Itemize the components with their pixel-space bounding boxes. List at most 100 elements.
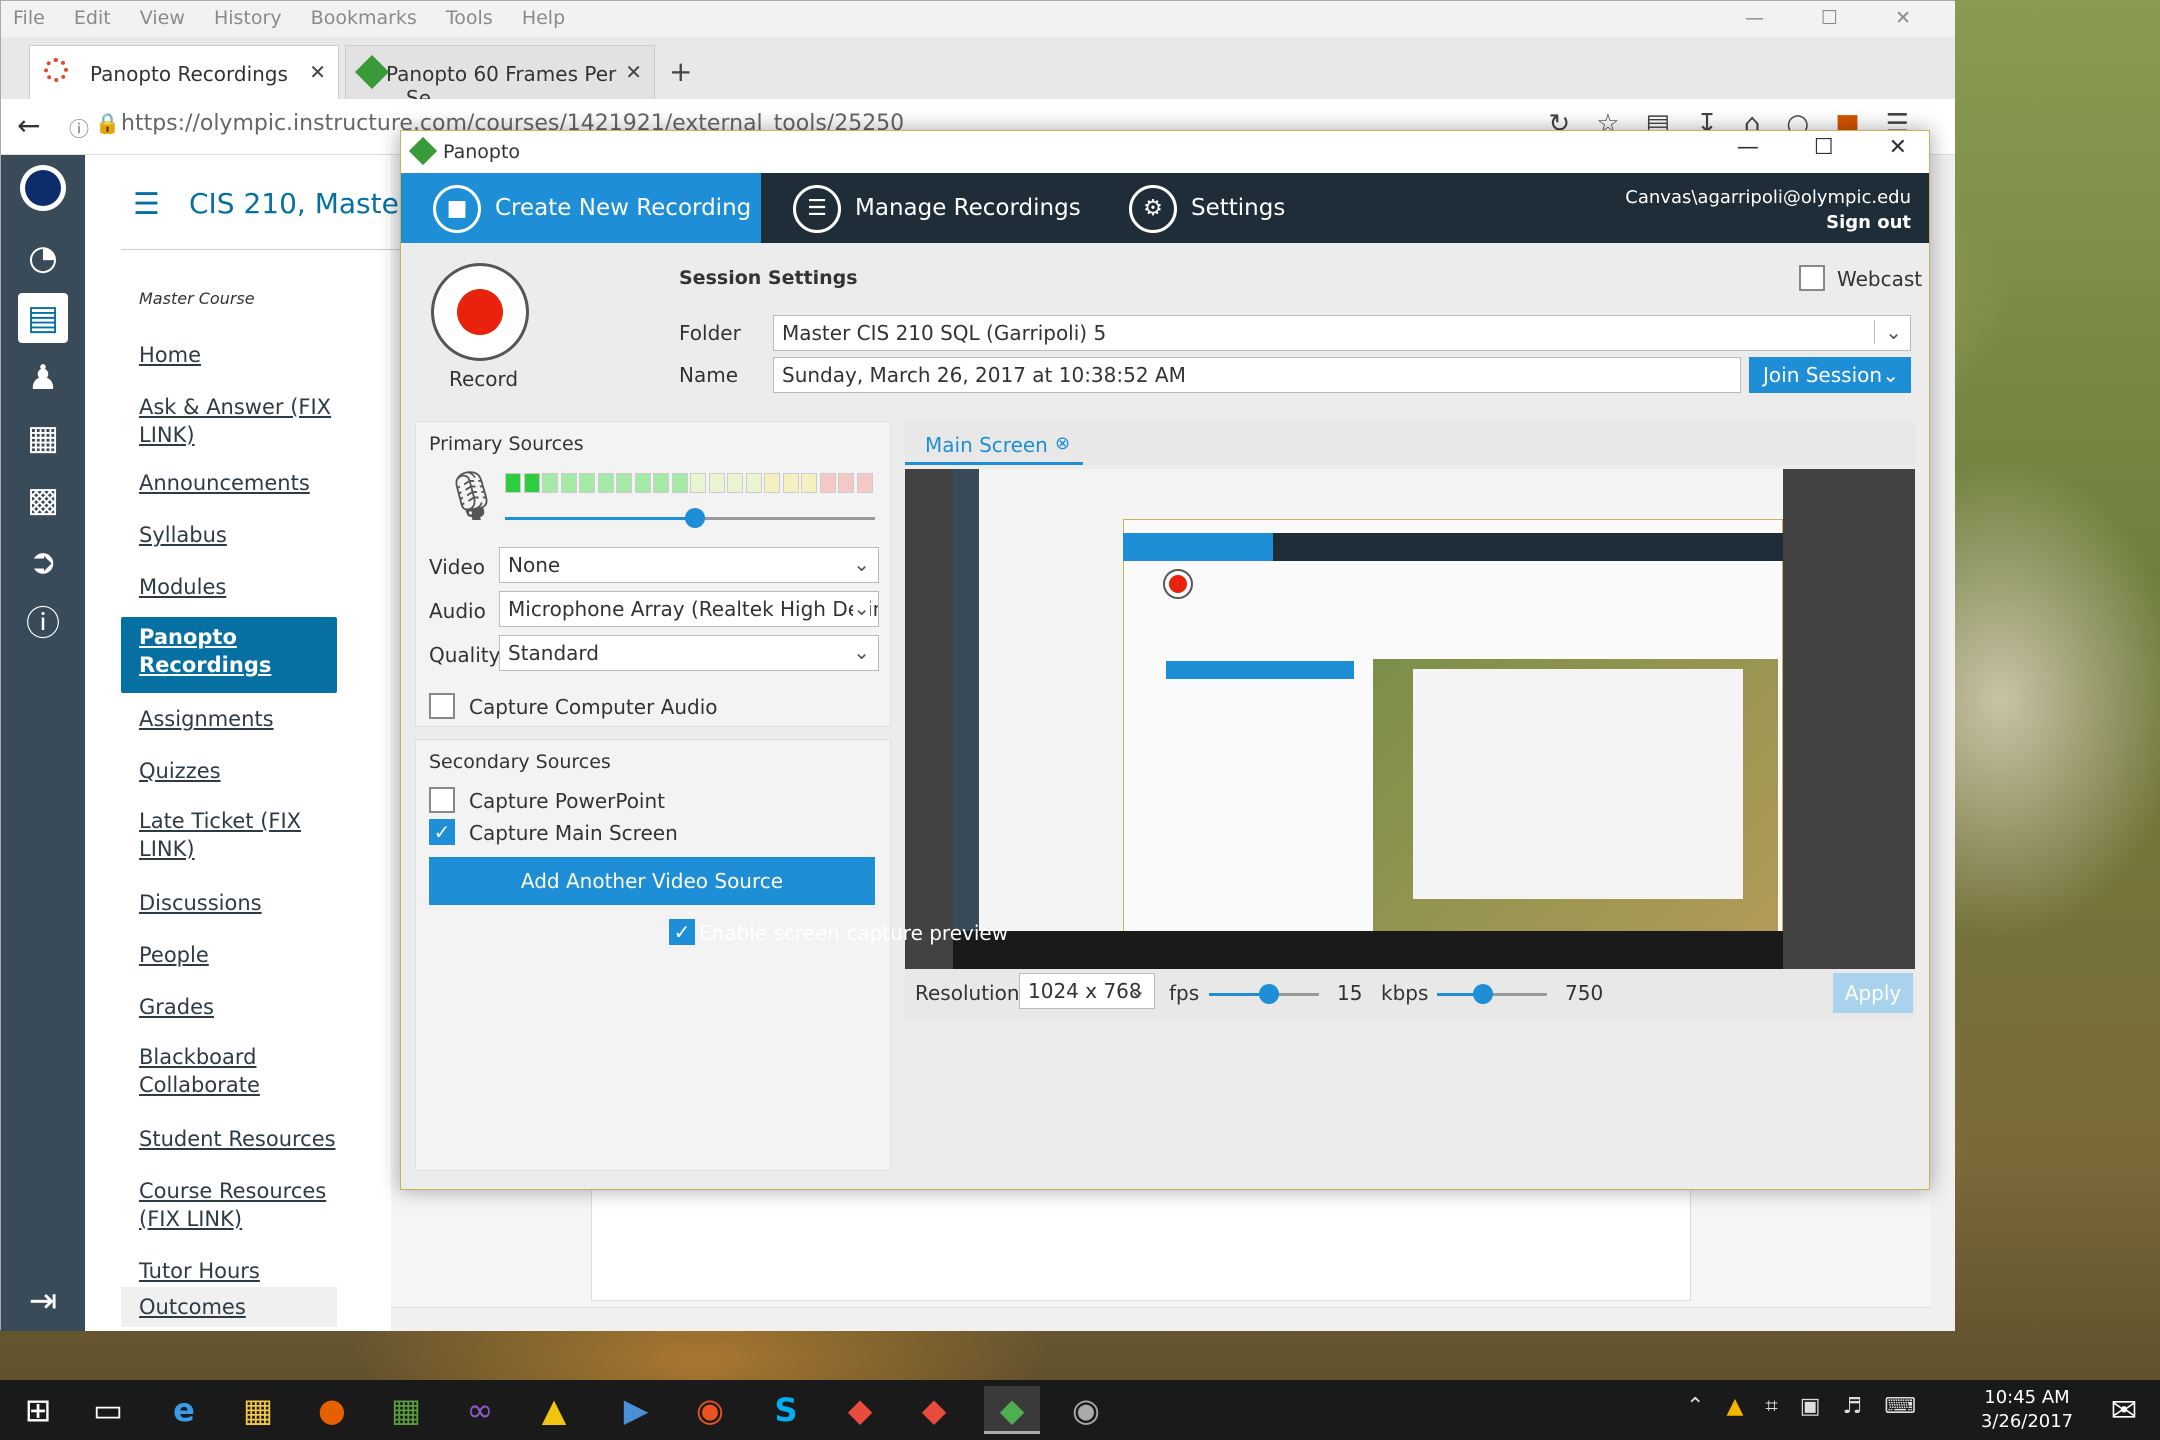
capture-main-screen-checkbox[interactable]: ✓	[429, 819, 455, 845]
tool-icon[interactable]: ◆	[836, 1386, 884, 1434]
maximize-icon[interactable]: ☐	[1814, 135, 1834, 160]
task-view-icon[interactable]: ▭	[84, 1386, 132, 1434]
file-explorer-icon[interactable]: ▦	[234, 1386, 282, 1434]
notifications-icon[interactable]: ✉	[2100, 1386, 2148, 1434]
course-nav-item[interactable]: Discussions	[139, 889, 339, 917]
course-nav-item[interactable]: Late Ticket (FIX LINK)	[139, 807, 339, 863]
edge-icon[interactable]: e	[160, 1386, 208, 1434]
close-tab-icon[interactable]: ✕	[625, 60, 642, 84]
collapse-nav-icon[interactable]: ⇥	[1, 1271, 85, 1331]
capture-computer-audio-checkbox[interactable]	[429, 693, 455, 719]
resolution-select[interactable]: 1024 x 768 ⌄	[1019, 973, 1155, 1009]
capture-powerpoint-checkbox[interactable]	[429, 787, 455, 813]
tab-main-screen[interactable]: Main Screen ⊗	[905, 421, 1083, 465]
tool2-icon[interactable]: ◆	[910, 1386, 958, 1434]
courses-icon[interactable]: ▤	[18, 293, 68, 343]
course-nav-item[interactable]: Blackboard Collaborate	[139, 1043, 339, 1099]
slider-handle[interactable]	[1259, 984, 1279, 1004]
webcast-checkbox[interactable]	[1799, 265, 1825, 291]
groups-icon[interactable]: ♟	[18, 353, 68, 403]
course-nav-item[interactable]: Quizzes	[139, 757, 339, 785]
course-nav-item[interactable]: Syllabus	[139, 521, 339, 549]
panopto-taskbar-icon[interactable]: ◆	[984, 1386, 1040, 1434]
tray-chevron-icon[interactable]: ⌃	[1686, 1394, 1726, 1419]
ubuntu-icon[interactable]: ◉	[686, 1386, 734, 1434]
menu-file[interactable]: File	[13, 7, 45, 29]
course-nav-item[interactable]: Grades	[139, 993, 339, 1021]
calendar-icon[interactable]: ▦	[18, 413, 68, 463]
apply-button[interactable]: Apply	[1833, 973, 1913, 1013]
back-icon[interactable]: ←	[17, 109, 40, 142]
spreadsheet-icon[interactable]: ▦	[382, 1386, 430, 1434]
help-icon[interactable]: ⓘ	[18, 599, 68, 649]
close-icon[interactable]: ✕	[1895, 7, 1911, 29]
course-nav-item[interactable]: Outcomes	[121, 1287, 337, 1327]
video-select[interactable]: None ⌄	[499, 547, 879, 583]
fps-slider[interactable]	[1209, 984, 1319, 1004]
folder-select[interactable]: Master CIS 210 SQL (Garripoli) 5 ⌄	[773, 315, 1911, 351]
slider-handle[interactable]	[685, 508, 705, 528]
course-nav-item[interactable]: Home	[139, 341, 339, 369]
course-nav-item[interactable]: Modules	[139, 573, 339, 601]
add-video-source-button[interactable]: Add Another Video Source	[429, 857, 875, 905]
vertical-scrollbar[interactable]	[1931, 155, 1955, 1331]
session-name-input[interactable]: Sunday, March 26, 2017 at 10:38:52 AM	[773, 357, 1741, 393]
keyboard-icon[interactable]: ⌨	[1884, 1394, 1938, 1419]
join-session-button[interactable]: Join Session ⌄	[1749, 357, 1911, 393]
enable-preview-checkbox[interactable]: ✓	[669, 919, 695, 945]
menu-view[interactable]: View	[140, 7, 185, 29]
battery-icon[interactable]: ▣	[1800, 1394, 1843, 1419]
new-tab-button[interactable]: +	[669, 55, 692, 88]
close-tab-icon[interactable]: ✕	[309, 60, 326, 84]
audio-gain-slider[interactable]	[505, 508, 875, 528]
paint-icon[interactable]: ◉	[1062, 1386, 1110, 1434]
app-icon[interactable]: ▲	[530, 1386, 578, 1434]
course-nav-item[interactable]: Assignments	[139, 705, 339, 733]
course-nav-item[interactable]: Course Resources (FIX LINK)	[139, 1177, 339, 1233]
tab-manage-recordings[interactable]: ☰ Manage Recordings	[793, 173, 1081, 243]
course-nav-item[interactable]: Panopto Recordings	[121, 617, 337, 693]
hamburger-icon[interactable]: ☰	[133, 187, 160, 222]
menu-edit[interactable]: Edit	[74, 7, 111, 29]
slider-handle[interactable]	[1473, 984, 1493, 1004]
visual-studio-icon[interactable]: ∞	[456, 1386, 504, 1434]
menu-help[interactable]: Help	[522, 7, 565, 29]
course-nav-item[interactable]: People	[139, 941, 339, 969]
course-nav-item[interactable]: Announcements	[139, 469, 339, 497]
minimize-icon[interactable]: —	[1737, 135, 1759, 160]
tab-panopto-recordings[interactable]: Panopto Recordings ✕	[29, 45, 339, 99]
kbps-slider[interactable]	[1437, 984, 1547, 1004]
close-icon[interactable]: ✕	[1889, 135, 1907, 160]
drive-icon[interactable]: ▲	[1726, 1394, 1765, 1419]
course-nav-item[interactable]: Student Resources	[139, 1125, 339, 1153]
tab-create-label[interactable]: ■ Create New Recording	[433, 173, 751, 243]
course-nav-item[interactable]: Ask & Answer (FIX LINK)	[139, 393, 339, 449]
sign-out-link[interactable]: Sign out	[1625, 210, 1911, 235]
screen-preview	[905, 469, 1915, 969]
dashboard-icon[interactable]: ◔	[18, 233, 68, 283]
volume-icon[interactable]: ♬	[1843, 1394, 1885, 1419]
logout-icon[interactable]: ➲	[18, 537, 68, 587]
tab-panopto-60fps[interactable]: Panopto 60 Frames Per Se... ✕	[345, 45, 655, 110]
chat-icon[interactable]: ▶	[612, 1386, 660, 1434]
horizontal-scrollbar[interactable]	[391, 1307, 1931, 1331]
record-button[interactable]	[431, 263, 529, 361]
menu-history[interactable]: History	[214, 7, 282, 29]
close-circle-icon[interactable]: ⊗	[1055, 433, 1070, 454]
skype-icon[interactable]: S	[762, 1386, 810, 1434]
course-nav-item[interactable]: Tutor Hours	[139, 1257, 339, 1285]
firefox-icon[interactable]: ●	[308, 1386, 356, 1434]
maximize-icon[interactable]: ☐	[1821, 7, 1838, 29]
quality-select[interactable]: Standard ⌄	[499, 635, 879, 671]
audio-select[interactable]: Microphone Array (Realtek High Definiti ⌄	[499, 591, 879, 627]
menu-tools[interactable]: Tools	[446, 7, 493, 29]
inbox-icon[interactable]: ▩	[18, 475, 68, 525]
clock[interactable]: 10:45 AM 3/26/2017	[1972, 1386, 2082, 1434]
info-icon[interactable]: ⓘ	[69, 113, 89, 142]
minimize-icon[interactable]: —	[1745, 7, 1764, 29]
tab-settings[interactable]: ⚙ Settings	[1129, 173, 1285, 243]
wifi-icon[interactable]: ⌗	[1765, 1394, 1799, 1419]
start-windows-icon[interactable]: ⊞	[14, 1386, 62, 1434]
menu-bookmarks[interactable]: Bookmarks	[311, 7, 417, 29]
olympic-logo-icon[interactable]	[20, 165, 66, 211]
